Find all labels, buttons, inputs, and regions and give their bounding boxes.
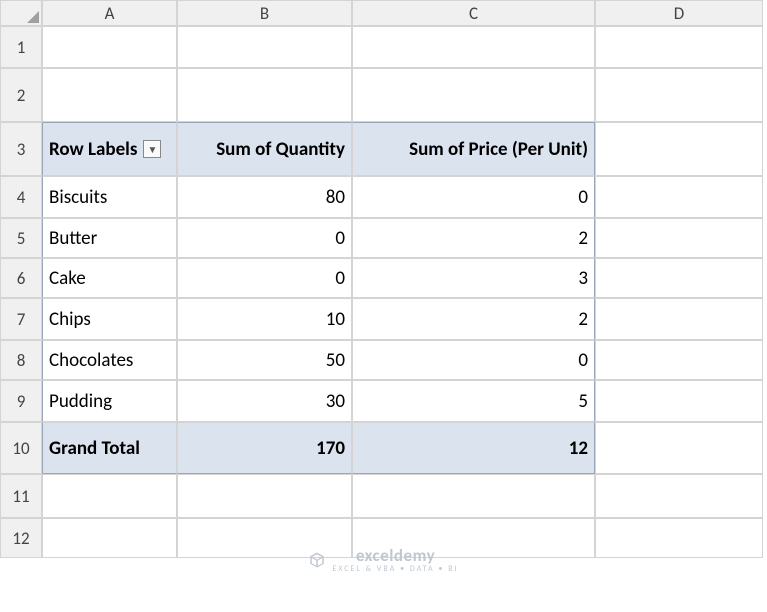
pivot-grandtotal-price[interactable]: 12 <box>352 422 595 474</box>
row-header-4[interactable]: 4 <box>0 176 42 218</box>
col-header-a[interactable]: A <box>42 0 177 26</box>
pivot-grandtotal-qty[interactable]: 170 <box>177 422 352 474</box>
row-header-5[interactable]: 5 <box>0 218 42 258</box>
cell-d3[interactable] <box>595 122 763 176</box>
pivot-row-label[interactable]: Chips <box>42 298 177 340</box>
cell-d11[interactable] <box>595 474 763 518</box>
col-header-b[interactable]: B <box>177 0 352 26</box>
pivot-row-label[interactable]: Cake <box>42 258 177 298</box>
row-header-12[interactable]: 12 <box>0 518 42 558</box>
cell-d10[interactable] <box>595 422 763 474</box>
cell-d12[interactable] <box>595 518 763 558</box>
pivot-col2-header[interactable]: Sum of Price (Per Unit) <box>352 122 595 176</box>
pivot-row-qty[interactable]: 30 <box>177 380 352 422</box>
pivot-col1-header[interactable]: Sum of Quantity <box>177 122 352 176</box>
cell-b1[interactable] <box>177 26 352 68</box>
pivot-row-qty[interactable]: 0 <box>177 258 352 298</box>
cell-d1[interactable] <box>595 26 763 68</box>
row-header-1[interactable]: 1 <box>0 26 42 68</box>
cell-d2[interactable] <box>595 68 763 122</box>
cell-d9[interactable] <box>595 380 763 422</box>
pivot-row-price[interactable]: 2 <box>352 218 595 258</box>
cell-c1[interactable] <box>352 26 595 68</box>
row-header-8[interactable]: 8 <box>0 340 42 380</box>
cell-b12[interactable] <box>177 518 352 558</box>
cell-c2[interactable] <box>352 68 595 122</box>
filter-dropdown-icon[interactable]: ▼ <box>143 140 161 158</box>
pivot-row-price[interactable]: 0 <box>352 340 595 380</box>
cell-d8[interactable] <box>595 340 763 380</box>
pivot-rowlabels-text: Row Labels <box>49 138 137 161</box>
pivot-grandtotal-label[interactable]: Grand Total <box>42 422 177 474</box>
cell-a1[interactable] <box>42 26 177 68</box>
row-header-3[interactable]: 3 <box>0 122 42 176</box>
cell-c11[interactable] <box>352 474 595 518</box>
cell-b2[interactable] <box>177 68 352 122</box>
select-all-triangle[interactable] <box>0 0 42 26</box>
pivot-row-qty[interactable]: 50 <box>177 340 352 380</box>
pivot-row-qty[interactable]: 80 <box>177 176 352 218</box>
row-header-6[interactable]: 6 <box>0 258 42 298</box>
row-header-7[interactable]: 7 <box>0 298 42 340</box>
cell-d6[interactable] <box>595 258 763 298</box>
cell-c12[interactable] <box>352 518 595 558</box>
row-header-11[interactable]: 11 <box>0 474 42 518</box>
pivot-row-label[interactable]: Biscuits <box>42 176 177 218</box>
row-header-2[interactable]: 2 <box>0 68 42 122</box>
pivot-row-qty[interactable]: 10 <box>177 298 352 340</box>
pivot-row-price[interactable]: 2 <box>352 298 595 340</box>
cell-a12[interactable] <box>42 518 177 558</box>
cell-b11[interactable] <box>177 474 352 518</box>
pivot-row-qty[interactable]: 0 <box>177 218 352 258</box>
pivot-row-price[interactable]: 0 <box>352 176 595 218</box>
pivot-row-label[interactable]: Butter <box>42 218 177 258</box>
cell-a2[interactable] <box>42 68 177 122</box>
col-header-c[interactable]: C <box>352 0 595 26</box>
watermark-tagline: EXCEL & VBA • DATA • BI <box>332 564 458 574</box>
pivot-row-price[interactable]: 5 <box>352 380 595 422</box>
spreadsheet-grid: A B C D 1 2 3 Row Labels ▼ Sum of Quanti… <box>0 0 767 558</box>
cell-d5[interactable] <box>595 218 763 258</box>
row-header-9[interactable]: 9 <box>0 380 42 422</box>
pivot-rowlabels-header[interactable]: Row Labels ▼ <box>42 122 177 176</box>
cell-d4[interactable] <box>595 176 763 218</box>
pivot-row-label[interactable]: Chocolates <box>42 340 177 380</box>
cell-a11[interactable] <box>42 474 177 518</box>
cell-d7[interactable] <box>595 298 763 340</box>
pivot-row-price[interactable]: 3 <box>352 258 595 298</box>
pivot-row-label[interactable]: Pudding <box>42 380 177 422</box>
row-header-10[interactable]: 10 <box>0 422 42 474</box>
col-header-d[interactable]: D <box>595 0 763 26</box>
